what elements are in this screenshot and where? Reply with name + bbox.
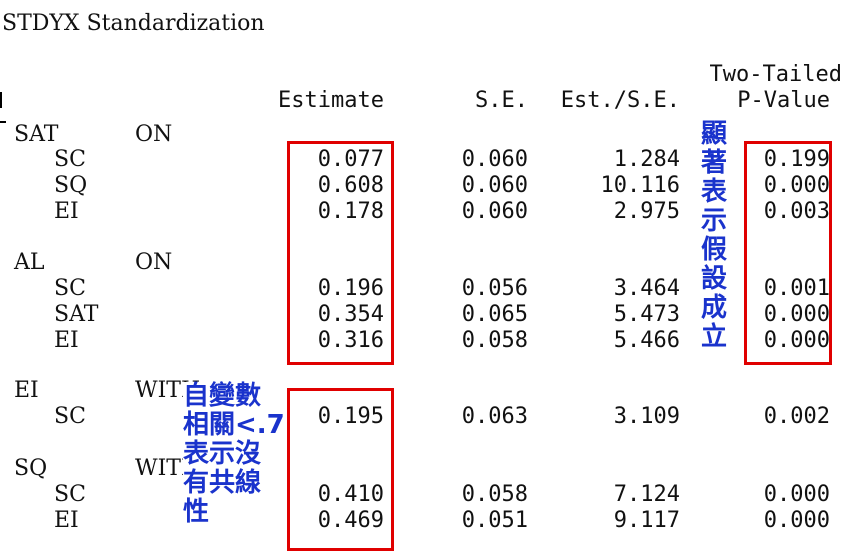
header-pvalue-line2: P-Value (737, 88, 830, 113)
row-se: 0.065 (461, 302, 528, 327)
group-op-sat: ON (135, 122, 173, 147)
header-se: S.E. (475, 88, 528, 113)
pvalue-highlight-box (744, 141, 832, 365)
group-label-al: AL (14, 250, 45, 275)
row-est-se: 5.466 (613, 328, 680, 353)
row-est-se: 7.124 (613, 482, 680, 507)
significance-annotation: 顯著表示假設成立 (700, 119, 727, 352)
edge-tick (0, 121, 6, 123)
row-pvalue: 0.000 (763, 482, 830, 507)
output-title: STDYX Standardization (2, 11, 265, 36)
collinearity-annotation-line: 自變數 (183, 381, 262, 411)
row-est-se: 2.975 (613, 199, 680, 224)
group-op-al: ON (135, 250, 173, 275)
row-var: SC (54, 404, 86, 429)
row-var: SQ (54, 173, 88, 198)
edge-tick (0, 92, 2, 108)
collinearity-annotation-line: 性 (183, 497, 210, 527)
row-var: EI (54, 508, 79, 533)
collinearity-annotation-line: 有共線 (183, 468, 262, 498)
row-var: EI (54, 199, 79, 224)
row-est-se: 9.117 (613, 508, 680, 533)
row-est-se: 3.109 (613, 404, 680, 429)
row-se: 0.051 (461, 508, 528, 533)
row-se: 0.056 (461, 276, 528, 301)
collinearity-annotation: 自變數 相關<.7 表示沒 有共線 性 (183, 382, 285, 527)
row-se: 0.058 (461, 482, 528, 507)
group-label-ei: EI (14, 378, 39, 403)
row-se: 0.060 (461, 147, 528, 172)
row-se: 0.060 (461, 199, 528, 224)
row-est-se: 1.284 (613, 147, 680, 172)
row-var: SC (54, 147, 86, 172)
header-pvalue-line1: Two-Tailed (709, 62, 842, 87)
group-label-sat: SAT (14, 122, 59, 147)
group-label-sq: SQ (14, 456, 48, 481)
row-est-se: 5.473 (613, 302, 680, 327)
collinearity-annotation-line: 表示沒 (183, 439, 262, 469)
row-se: 0.063 (461, 404, 528, 429)
row-est-se: 10.116 (600, 173, 680, 198)
estimate-highlight-box-lower (287, 388, 394, 551)
header-est-se: Est./S.E. (560, 88, 680, 113)
row-est-se: 3.464 (613, 276, 680, 301)
collinearity-annotation-line: 相關<.7 (183, 410, 285, 440)
row-var: SC (54, 276, 86, 301)
row-var: EI (54, 328, 79, 353)
row-var: SC (54, 482, 86, 507)
row-se: 0.060 (461, 173, 528, 198)
row-pvalue: 0.000 (763, 508, 830, 533)
row-var: SAT (54, 302, 99, 327)
row-se: 0.058 (461, 328, 528, 353)
header-estimate: Estimate (278, 88, 384, 113)
estimate-highlight-box-upper (287, 141, 394, 365)
